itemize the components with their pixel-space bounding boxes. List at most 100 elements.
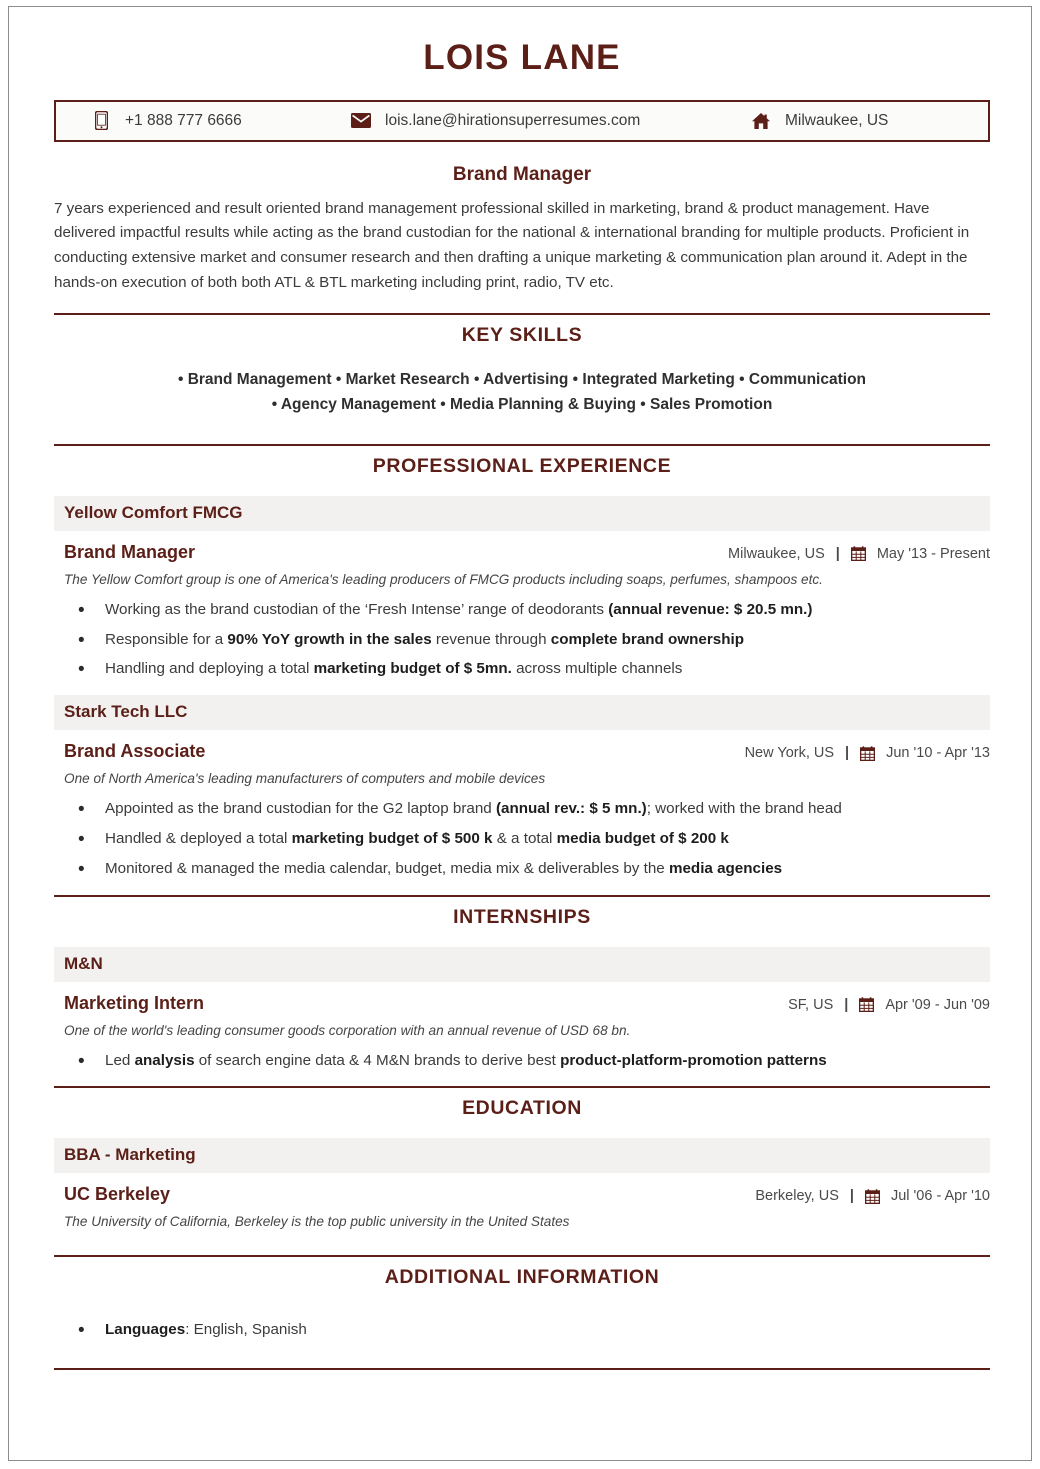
calendar-icon [860,745,876,761]
section-title-professional-experience: PROFESSIONAL EXPERIENCE [372,454,672,477]
entry-role-row: Marketing Intern SF, US | Apr '09 - Jun … [54,982,990,1014]
internship-entry: M&N Marketing Intern SF, US | Apr '09 - … [54,946,990,1075]
entry-company-name: M&N [54,946,990,982]
entry-dates: Jun '10 - Apr '13 [886,745,990,762]
entry-meta-separator: | [849,1188,854,1205]
bullet-emphasis: media agencies [668,859,783,877]
entry-role-row: UC Berkeley Berkeley, US | Jul '06 - Apr… [54,1173,990,1205]
entry-description: The University of California, Berkeley i… [64,1214,570,1230]
entry-meta-separator: | [844,996,849,1013]
education-entry: BBA - Marketing UC Berkeley Berkeley, US… [54,1138,990,1229]
bullet-text: Led [105,1051,135,1069]
entry-location: SF, US [788,996,834,1013]
bullet-emphasis: product-platform-promotion patterns [560,1051,827,1069]
bullet-emphasis: (annual rev.: $ 5 mn.) [495,800,647,818]
bullet-text: & a total [492,829,557,847]
entry-bullets: Appointed as the brand custodian for the… [54,796,990,883]
entry-school-name: UC Berkeley [64,1184,171,1205]
bullet-text: Appointed as the brand custodian for the… [105,800,496,818]
summary-paragraph: 7 years experienced and result oriented … [54,199,970,291]
bullet-emphasis: Languages [105,1321,186,1339]
entry-location: Milwaukee, US [728,545,825,562]
bullet-emphasis: marketing budget of $ 5mn. [313,660,512,678]
entry-bullets: Working as the brand custodian of the ‘F… [54,597,990,684]
entry-role-row: Brand Manager Milwaukee, US | May '13 - … [54,531,990,563]
entry-role-title: Brand Associate [64,741,206,762]
bullet-item: Led analysis of search engine data & 4 M… [76,1048,990,1075]
section-title-key-skills: KEY SKILLS [461,323,583,346]
contact-email-text: lois.lane@hirationsuperresumes.com [385,111,641,129]
entry-bullets: Led analysis of search engine data & 4 M… [54,1048,990,1075]
bullet-emphasis: media budget of $ 200 k [556,829,729,847]
bullet-item: Appointed as the brand custodian for the… [76,796,990,823]
contact-phone[interactable]: +1 888 777 6666 [90,111,350,130]
resume-page: LOIS LANE +1 888 777 6666 lois.lane@hira… [8,6,1032,1461]
bullet-emphasis: analysis [134,1051,195,1069]
entry-meta-separator: | [835,545,840,562]
section-additional-information: ADDITIONAL INFORMATION Languages: Englis… [54,1255,990,1371]
section-title-education: EDUCATION [462,1097,582,1120]
bullet-emphasis: complete brand ownership [550,630,744,648]
entry-dates: Apr '09 - Jun '09 [885,996,990,1013]
section-title-internships: INTERNSHIPS [453,905,591,928]
calendar-icon [850,546,866,562]
bullet-item: Languages: English, Spanish [76,1317,990,1344]
contact-bar: +1 888 777 6666 lois.lane@hirationsuperr… [54,99,990,142]
entry-meta: SF, US | Apr '09 - Jun '09 [788,997,990,1013]
experience-entry: Stark Tech LLC Brand Associate New York,… [54,695,990,883]
entry-description: One of North America's leading manufactu… [64,771,546,787]
bullet-text: Responsible for a [105,630,228,648]
entry-company-name: Stark Tech LLC [54,695,990,731]
entry-meta: New York, US | Jun '10 - Apr '13 [745,745,990,761]
bullet-text: of search engine data & 4 M&N brands to … [194,1051,561,1069]
section-education: EDUCATION BBA - Marketing UC Berkeley Be… [54,1086,990,1229]
bullet-text: Handled & deployed a total [105,829,292,847]
resume-content: LOIS LANE +1 888 777 6666 lois.lane@hira… [54,31,990,1371]
calendar-icon [859,997,875,1013]
entry-degree-name: BBA - Marketing [54,1138,990,1174]
key-skills-line: • Agency Management • Media Planning & B… [271,395,773,413]
footer-divider [54,1368,990,1371]
entry-meta-separator: | [845,745,850,762]
candidate-name: LOIS LANE [423,38,621,77]
additional-information-bullets: Languages: English, Spanish [54,1317,990,1344]
entry-description: The Yellow Comfort group is one of Ameri… [64,571,823,587]
entry-dates: Jul '06 - Apr '10 [890,1188,990,1205]
profile-headline: Brand Manager [452,163,592,185]
envelope-icon [350,113,372,128]
bullet-item: Handled & deployed a total marketing bud… [76,826,990,853]
experience-entry: Yellow Comfort FMCG Brand Manager Milwau… [54,495,990,684]
entry-dates: May '13 - Present [876,545,990,562]
bullet-text: Monitored & managed the media calendar, … [105,859,669,877]
bullet-emphasis: 90% YoY growth in the sales [227,630,432,648]
entry-location: Berkeley, US [755,1188,839,1205]
section-key-skills: KEY SKILLS • Brand Management • Market R… [54,312,990,427]
key-skills-list: • Brand Management • Market Research • A… [54,367,990,427]
home-icon [750,112,772,130]
bullet-emphasis: (annual revenue: $ 20.5 mn.) [608,600,813,618]
contact-phone-text: +1 888 777 6666 [125,111,242,129]
bullet-text: : English, Spanish [185,1321,307,1339]
bullet-text: revenue through [431,630,551,648]
contact-email[interactable]: lois.lane@hirationsuperresumes.com [350,112,750,130]
bullet-text: across multiple channels [511,660,683,678]
entry-location: New York, US [744,745,835,762]
mobile-phone-icon [90,111,112,130]
bullet-item: Handling and deploying a total marketing… [76,656,990,683]
contact-location[interactable]: Milwaukee, US [750,112,954,130]
entry-company-name: Yellow Comfort FMCG [54,495,990,531]
section-title-additional-information: ADDITIONAL INFORMATION [384,1266,660,1289]
contact-location-text: Milwaukee, US [785,111,889,129]
section-internships: INTERNSHIPS M&N Marketing Intern SF, US … [54,894,990,1075]
bullet-emphasis: marketing budget of $ 500 k [291,829,493,847]
entry-role-title: Brand Manager [64,541,196,562]
bullet-text: ; worked with the brand head [646,800,842,818]
entry-description: One of the world's leading consumer good… [64,1022,631,1038]
bullet-text: Handling and deploying a total [105,660,314,678]
calendar-icon [864,1189,880,1204]
entry-role-row: Brand Associate New York, US | Jun '10 -… [54,730,990,762]
section-professional-experience: PROFESSIONAL EXPERIENCE Yellow Comfort F… [54,443,990,883]
key-skills-line: • Brand Management • Market Research • A… [177,370,867,388]
bullet-item: Monitored & managed the media calendar, … [76,856,990,883]
bullet-text: Working as the brand custodian of the ‘F… [105,600,609,618]
